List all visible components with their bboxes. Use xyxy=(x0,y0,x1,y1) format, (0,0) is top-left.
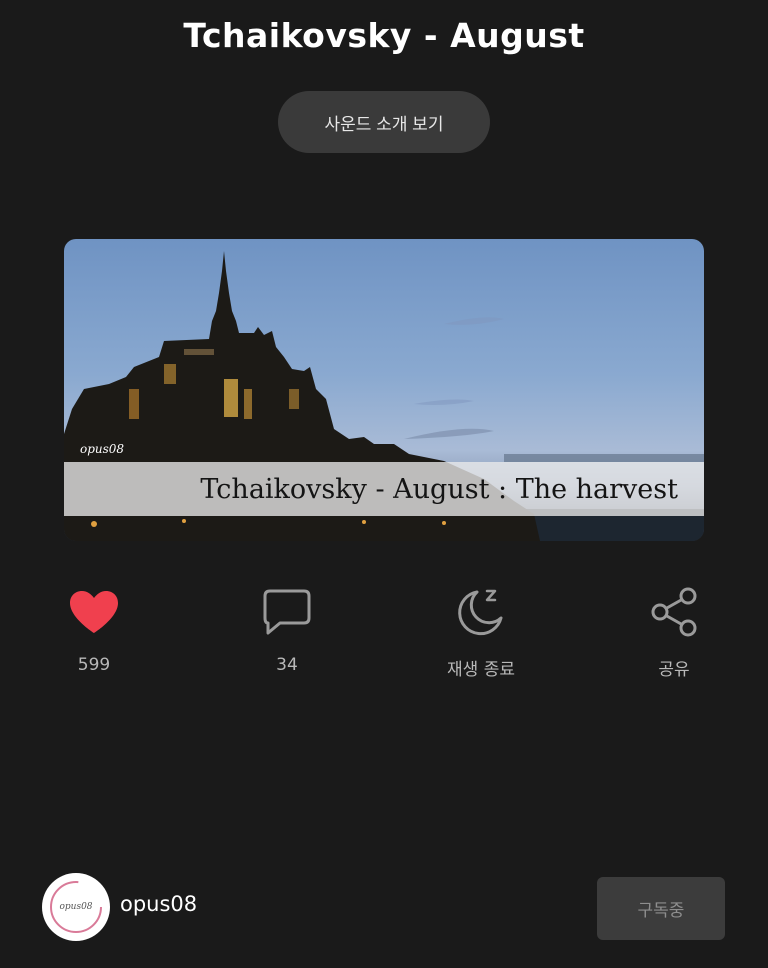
avatar[interactable]: opus08 xyxy=(42,873,110,941)
like-count: 599 xyxy=(77,655,111,675)
share-icon xyxy=(647,585,701,639)
player-screen: Tchaikovsky - August 사운드 소개 보기 opus08 Tc… xyxy=(0,0,768,968)
comment-button[interactable]: 34 xyxy=(217,585,357,675)
avatar-text: opus08 xyxy=(59,902,93,912)
comment-count: 34 xyxy=(276,655,298,675)
sound-intro-button[interactable]: 사운드 소개 보기 xyxy=(278,91,490,153)
moon-zzz-icon xyxy=(454,585,508,639)
share-label: 공유 xyxy=(658,660,690,680)
creator-username[interactable]: opus08 xyxy=(120,892,197,916)
creator-profile[interactable]: opus08 opus08 xyxy=(42,873,197,941)
artwork-caption: Tchaikovsky - August : The harvest xyxy=(200,473,678,505)
sleep-timer-label: 재생 종료 xyxy=(447,660,515,680)
artwork-caption-band: Tchaikovsky - August : The harvest xyxy=(64,462,704,516)
heart-icon xyxy=(67,585,121,639)
share-button[interactable]: 공유 xyxy=(604,585,744,680)
artwork-watermark: opus08 xyxy=(80,442,125,456)
like-button[interactable]: 599 xyxy=(24,585,164,675)
speech-bubble-icon xyxy=(260,585,314,639)
sleep-timer-button[interactable]: 재생 종료 xyxy=(411,585,551,680)
track-title: Tchaikovsky - August xyxy=(183,16,585,55)
track-artwork: opus08 Tchaikovsky - August : The harves… xyxy=(64,239,704,541)
subscribe-button[interactable]: 구독중 xyxy=(597,877,725,940)
action-bar: 599 34 재생 종료 공유 xyxy=(0,585,768,685)
